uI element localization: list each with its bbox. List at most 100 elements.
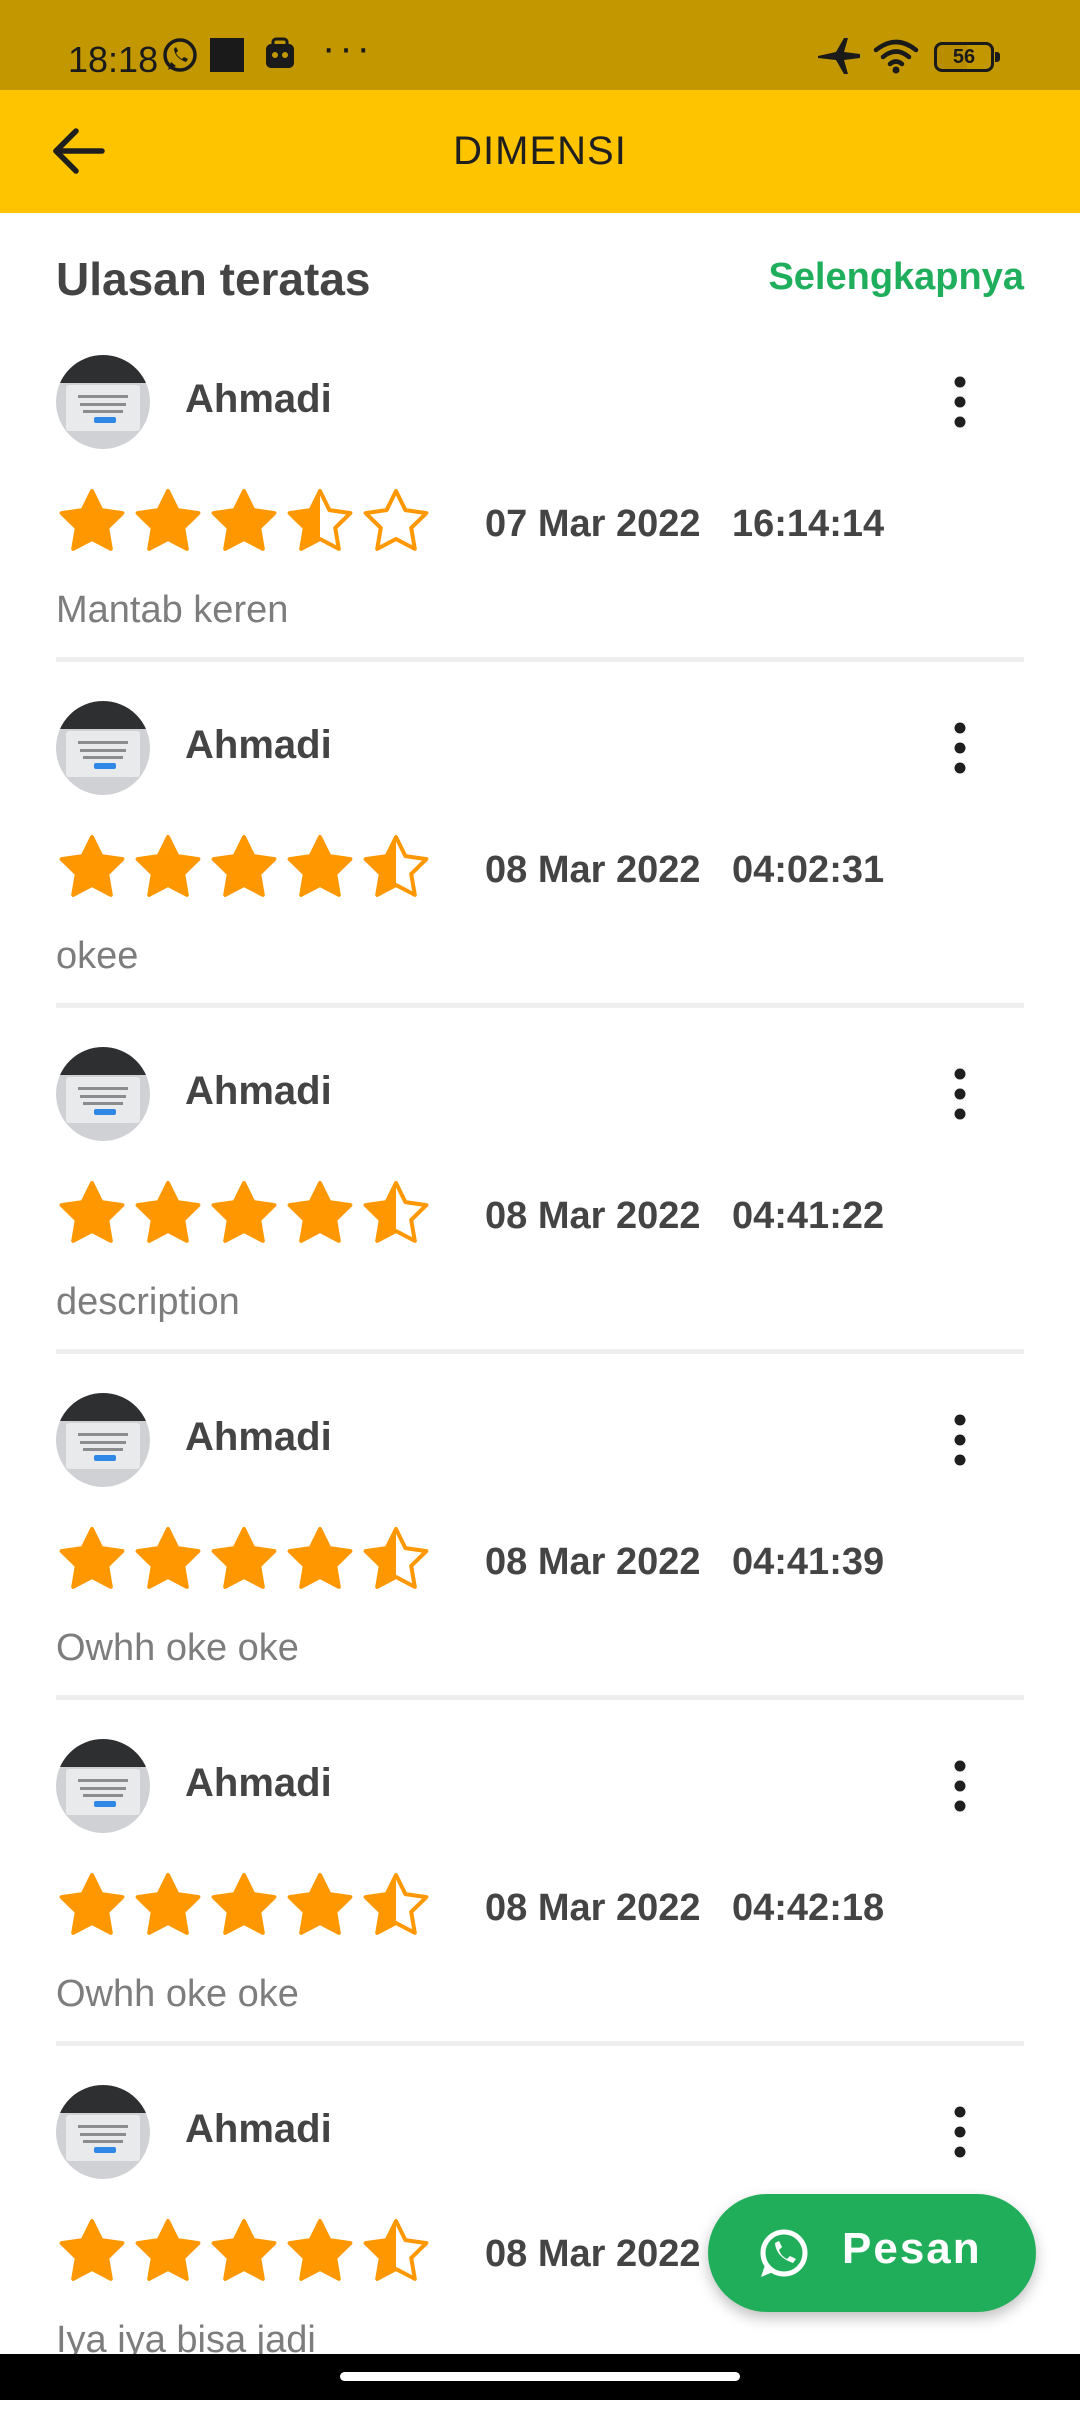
- star-rating: [56, 2217, 436, 2289]
- review-text: description: [56, 1281, 240, 1323]
- review-item: Ahmadi 08 Mar 2022 04:02:31 okee: [0, 693, 1080, 1039]
- reviewer-name: Ahmadi: [185, 723, 332, 767]
- review-item: Ahmadi 08 Mar 2022 04:41:39 Owhh oke oke: [0, 1385, 1080, 1731]
- star-half-icon: [363, 1527, 429, 1589]
- review-item: Ahmadi 07 Mar 2022 16:14:14 Mantab keren: [0, 347, 1080, 693]
- star-filled-icon: [211, 1873, 277, 1935]
- avatar: [56, 701, 150, 795]
- avatar: [56, 1047, 150, 1141]
- star-rating: [56, 487, 436, 559]
- square-app-icon: [210, 38, 244, 72]
- divider: [56, 1003, 1024, 1008]
- avatar: [56, 355, 150, 449]
- whatsapp-icon: [760, 2229, 808, 2277]
- star-filled-icon: [135, 489, 201, 551]
- review-text: Owhh oke oke: [56, 1973, 299, 2015]
- battery-level: 56: [952, 46, 976, 68]
- divider: [56, 1695, 1024, 1700]
- star-filled-icon: [211, 489, 277, 551]
- back-button[interactable]: [44, 116, 114, 186]
- star-filled-icon: [211, 1527, 277, 1589]
- review-time: 04:02:31: [732, 849, 885, 891]
- star-filled-icon: [287, 2219, 353, 2281]
- review-date: 08 Mar 2022: [485, 849, 701, 891]
- review-item: Ahmadi 08 Mar 2022 04:42:18 Owhh oke oke: [0, 1731, 1080, 2077]
- star-rating: [56, 1871, 436, 1943]
- star-rating: [56, 1179, 436, 1251]
- star-filled-icon: [287, 1527, 353, 1589]
- review-time: 16:14:14: [732, 503, 885, 545]
- star-filled-icon: [211, 835, 277, 897]
- reviewer-name: Ahmadi: [185, 2107, 332, 2151]
- airplane-mode-icon: [818, 38, 860, 74]
- star-filled-icon: [59, 1873, 125, 1935]
- star-filled-icon: [287, 1181, 353, 1243]
- reviews-list: Ahmadi 07 Mar 2022 16:14:14 Mantab keren Ahm…: [0, 347, 1080, 2423]
- star-filled-icon: [59, 489, 125, 551]
- avatar: [56, 1739, 150, 1833]
- divider: [56, 1349, 1024, 1354]
- star-filled-icon: [211, 1181, 277, 1243]
- more-options-icon[interactable]: [940, 718, 980, 778]
- more-options-icon[interactable]: [940, 1410, 980, 1470]
- more-options-icon[interactable]: [940, 2102, 980, 2162]
- review-time: 04:41:39: [732, 1541, 885, 1583]
- star-half-icon: [363, 835, 429, 897]
- star-half-icon: [287, 489, 353, 551]
- star-rating: [56, 1525, 436, 1597]
- star-half-icon: [363, 1873, 429, 1935]
- page-title: DIMENSI: [453, 129, 627, 173]
- status-time: 18:18: [68, 39, 159, 80]
- star-filled-icon: [135, 1873, 201, 1935]
- star-filled-icon: [287, 1873, 353, 1935]
- whatsapp-icon: [163, 38, 197, 72]
- review-date: 08 Mar 2022: [485, 1887, 701, 1929]
- message-button[interactable]: Pesan: [708, 2194, 1036, 2312]
- reviewer-name: Ahmadi: [185, 1069, 332, 1113]
- review-date: 08 Mar 2022: [485, 2233, 701, 2275]
- review-date: 08 Mar 2022: [485, 1541, 701, 1583]
- wifi-icon: [873, 39, 919, 74]
- review-text: okee: [56, 935, 139, 977]
- battery-icon: 56: [934, 42, 1000, 72]
- star-filled-icon: [135, 2219, 201, 2281]
- divider: [56, 2041, 1024, 2046]
- avatar: [56, 1393, 150, 1487]
- see-more-link[interactable]: Selengkapnya: [768, 256, 1024, 299]
- review-date: 07 Mar 2022: [485, 503, 701, 545]
- message-button-label: Pesan: [842, 2224, 982, 2273]
- star-half-icon: [363, 2219, 429, 2281]
- star-empty-icon: [363, 489, 429, 551]
- app-bar: DIMENSI: [0, 90, 1080, 213]
- more-options-icon[interactable]: [940, 372, 980, 432]
- star-filled-icon: [59, 2219, 125, 2281]
- star-filled-icon: [287, 835, 353, 897]
- navigation-bar: [0, 2354, 1080, 2400]
- status-bar: 18:18 ··· 56: [0, 0, 1080, 90]
- reviewer-name: Ahmadi: [185, 377, 332, 421]
- review-time: 04:42:18: [732, 1887, 885, 1929]
- review-item: Ahmadi 08 Mar 2022 04:41:22 description: [0, 1039, 1080, 1385]
- star-filled-icon: [135, 1527, 201, 1589]
- review-date: 08 Mar 2022: [485, 1195, 701, 1237]
- more-options-icon[interactable]: [940, 1756, 980, 1816]
- review-text: Owhh oke oke: [56, 1627, 299, 1669]
- arrow-left-icon: [53, 128, 105, 174]
- more-options-icon[interactable]: [940, 1064, 980, 1124]
- star-filled-icon: [211, 2219, 277, 2281]
- avatar: [56, 2085, 150, 2179]
- review-time: 04:41:22: [732, 1195, 885, 1237]
- star-rating: [56, 833, 436, 905]
- star-filled-icon: [59, 1527, 125, 1589]
- home-handle[interactable]: [340, 2372, 740, 2381]
- more-notifications-icon: ···: [322, 26, 374, 70]
- star-half-icon: [363, 1181, 429, 1243]
- section-title: Ulasan teratas: [56, 253, 371, 305]
- review-text: Mantab keren: [56, 589, 289, 631]
- divider: [56, 657, 1024, 662]
- star-filled-icon: [59, 1181, 125, 1243]
- star-filled-icon: [135, 1181, 201, 1243]
- reviewer-name: Ahmadi: [185, 1761, 332, 1805]
- star-filled-icon: [135, 835, 201, 897]
- star-filled-icon: [59, 835, 125, 897]
